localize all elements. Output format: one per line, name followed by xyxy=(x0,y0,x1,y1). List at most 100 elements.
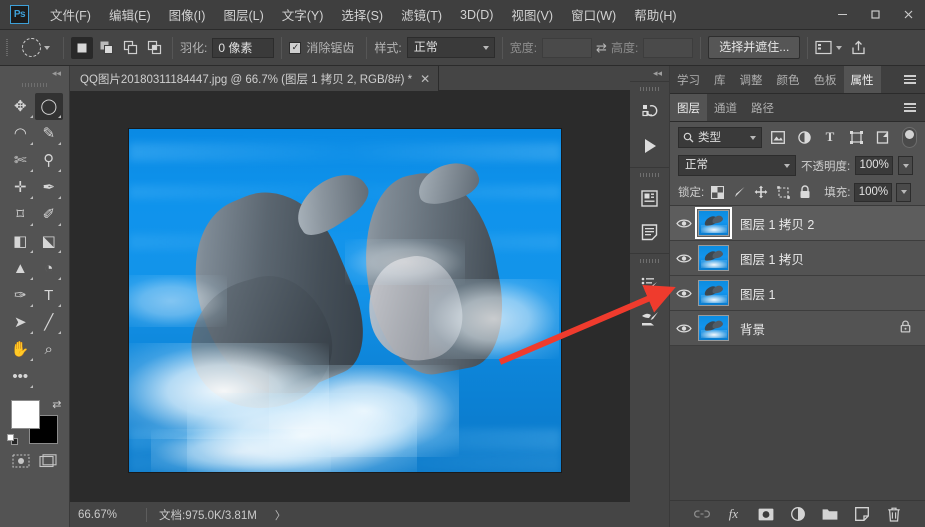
new-selection-button[interactable] xyxy=(71,36,93,59)
screen-mode-icon[interactable] xyxy=(37,452,59,469)
filter-shape-icon[interactable] xyxy=(846,127,866,147)
default-colors-icon[interactable] xyxy=(6,434,19,446)
layer-name[interactable]: 背景 xyxy=(740,319,765,338)
gradient-tool[interactable]: ⬕ xyxy=(35,228,64,255)
layer-thumbnail[interactable] xyxy=(698,245,729,271)
layer-thumbnail[interactable] xyxy=(698,315,729,341)
layer-name[interactable]: 图层 1 拷贝 xyxy=(740,249,804,268)
toolbar-grip[interactable] xyxy=(21,80,48,90)
tab-adjustments[interactable]: 调整 xyxy=(733,66,770,93)
tab-channels[interactable]: 通道 xyxy=(707,94,744,121)
layer-name[interactable]: 图层 1 拷贝 2 xyxy=(740,214,814,233)
menu-item-8[interactable]: 视图(V) xyxy=(502,1,562,28)
toolbar-collapse-button[interactable]: ◂◂ xyxy=(0,66,69,80)
table-row[interactable]: 图层 1 拷贝 xyxy=(670,241,925,276)
intersect-selection-button[interactable] xyxy=(143,37,165,59)
tab-paths[interactable]: 路径 xyxy=(744,94,781,121)
type-tool[interactable]: T xyxy=(35,282,64,309)
table-row[interactable]: 图层 1 xyxy=(670,276,925,311)
chevron-down-icon[interactable] xyxy=(44,45,50,50)
close-icon[interactable]: ✕ xyxy=(420,73,430,85)
move-tool[interactable]: ✥ xyxy=(6,93,35,120)
minimize-button[interactable] xyxy=(826,0,859,30)
panel-menu-icon[interactable] xyxy=(895,94,925,121)
layer-visibility-toggle[interactable] xyxy=(670,253,698,264)
layer-visibility-toggle[interactable] xyxy=(670,218,698,229)
new-group-button[interactable] xyxy=(821,505,839,523)
new-adjustment-layer-button[interactable] xyxy=(789,505,807,523)
close-button[interactable] xyxy=(892,0,925,30)
blur-tool[interactable]: ▲ xyxy=(6,255,35,282)
brush-tool[interactable]: ✒ xyxy=(35,174,64,201)
new-layer-button[interactable] xyxy=(853,505,871,523)
layer-visibility-toggle[interactable] xyxy=(670,288,698,299)
menu-item-7[interactable]: 3D(D) xyxy=(451,4,502,26)
menu-item-10[interactable]: 帮助(H) xyxy=(625,1,685,28)
menu-item-3[interactable]: 图层(L) xyxy=(214,1,272,28)
menu-item-0[interactable]: 文件(F) xyxy=(41,1,100,28)
dock-collapse-button[interactable]: ◂◂ xyxy=(630,66,669,81)
tab-layers[interactable]: 图层 xyxy=(670,94,707,121)
eyedropper-tool[interactable]: ⚲ xyxy=(35,147,64,174)
filter-smartobject-icon[interactable] xyxy=(872,127,892,147)
crop-tool[interactable]: ✄ xyxy=(6,147,35,174)
lock-all-icon[interactable] xyxy=(796,183,814,201)
clone-stamp-tool[interactable]: ⌑ xyxy=(6,201,35,228)
zoom-level[interactable]: 66.67% xyxy=(70,509,146,521)
layer-filter-kind-select[interactable]: 类型 xyxy=(678,126,762,148)
height-input[interactable] xyxy=(643,37,694,58)
elliptical-marquee-tool[interactable]: ◯ xyxy=(34,93,63,120)
panel-menu-icon[interactable] xyxy=(895,66,925,93)
quick-mask-icon[interactable] xyxy=(10,452,32,469)
menu-item-4[interactable]: 文字(Y) xyxy=(273,1,333,28)
antialias-checkbox[interactable]: ✓ xyxy=(289,41,302,54)
layer-thumbnail[interactable] xyxy=(698,280,729,306)
fill-stepper[interactable] xyxy=(896,182,912,202)
filter-adjustment-icon[interactable] xyxy=(794,127,814,147)
menu-item-5[interactable]: 选择(S) xyxy=(332,1,392,28)
current-tool-preview[interactable] xyxy=(16,38,56,57)
actions-play-icon[interactable] xyxy=(630,129,669,163)
swap-arrows-icon[interactable]: ⇄ xyxy=(592,40,611,56)
layer-name[interactable]: 图层 1 xyxy=(740,284,775,303)
dodge-tool[interactable]: ◔ xyxy=(35,255,64,282)
table-row[interactable]: 背景 xyxy=(670,311,925,346)
history-panel-icon[interactable] xyxy=(630,95,669,129)
eraser-tool[interactable]: ◧ xyxy=(6,228,35,255)
menu-item-6[interactable]: 滤镜(T) xyxy=(392,1,451,28)
add-to-selection-button[interactable] xyxy=(95,37,117,59)
filter-enable-toggle[interactable] xyxy=(902,126,917,148)
menu-item-1[interactable]: 编辑(E) xyxy=(100,1,160,28)
path-selection-tool[interactable]: ➤ xyxy=(6,309,35,336)
menu-item-2[interactable]: 图像(I) xyxy=(160,1,215,28)
lasso-tool[interactable]: ◠ xyxy=(6,120,35,147)
style-select[interactable]: 正常 xyxy=(406,37,495,58)
lock-position-icon[interactable] xyxy=(752,183,770,201)
document-image[interactable] xyxy=(128,128,562,473)
tab-libraries[interactable]: 库 xyxy=(707,66,733,93)
table-row[interactable]: 图层 1 拷贝 2 xyxy=(670,206,925,241)
history-brush-tool[interactable]: ✐ xyxy=(35,201,64,228)
opacity-input[interactable]: 100% xyxy=(855,156,894,175)
fill-input[interactable]: 100% xyxy=(854,182,893,202)
menu-item-9[interactable]: 窗口(W) xyxy=(562,1,625,28)
layer-visibility-toggle[interactable] xyxy=(670,323,698,334)
share-button[interactable] xyxy=(850,39,867,56)
libraries-panel-icon[interactable] xyxy=(630,181,669,215)
brush-presets-icon[interactable] xyxy=(630,301,669,335)
pen-tool[interactable]: ✑ xyxy=(6,282,35,309)
status-expand-icon[interactable]: 〉 xyxy=(275,507,286,523)
tab-swatches[interactable]: 色板 xyxy=(807,66,844,93)
foreground-color-swatch[interactable] xyxy=(10,400,40,429)
workspace-switcher[interactable] xyxy=(815,40,843,55)
hand-tool[interactable]: ✋ xyxy=(6,336,35,363)
width-input[interactable] xyxy=(542,37,593,58)
quick-selection-tool[interactable]: ✎ xyxy=(35,120,64,147)
edit-toolbar-button[interactable]: ••• xyxy=(6,363,35,390)
dock-grip[interactable] xyxy=(639,256,660,265)
blend-mode-select[interactable]: 正常 xyxy=(678,155,796,176)
dock-grip[interactable] xyxy=(639,84,660,93)
select-and-mask-button[interactable]: 选择并遮住... xyxy=(708,36,801,59)
line-tool[interactable]: ╱ xyxy=(35,309,64,336)
document-tab[interactable]: QQ图片20180311184447.jpg @ 66.7% (图层 1 拷贝 … xyxy=(70,66,440,91)
